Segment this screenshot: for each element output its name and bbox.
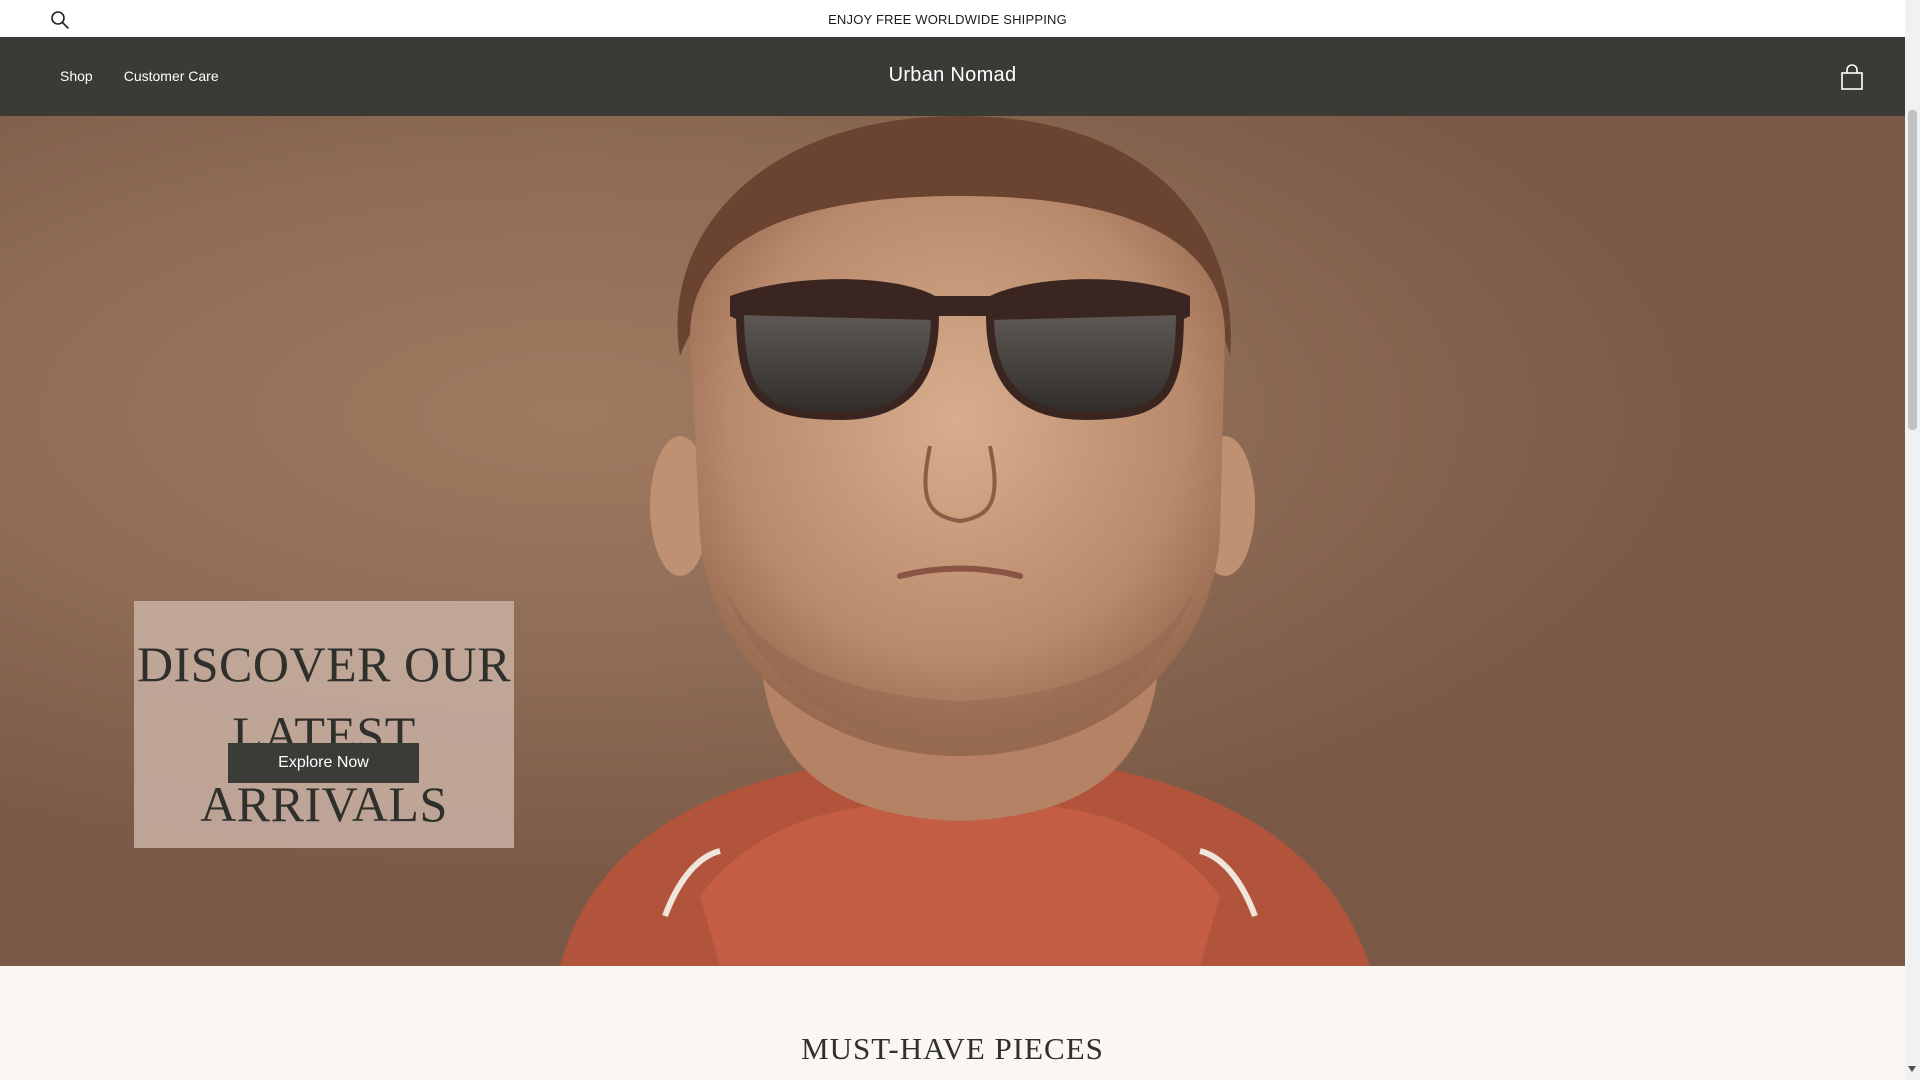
section-title: MUST-HAVE PIECES [801, 1031, 1104, 1066]
announcement-text: ENJOY FREE WORLDWIDE SHIPPING [828, 12, 1067, 27]
scroll-down-arrow-icon[interactable] [1908, 1066, 1916, 1072]
hero-banner: DISCOVER OUR LATEST ARRIVALS Explore Now [0, 116, 1905, 966]
scrollbar-thumb[interactable] [1908, 110, 1917, 430]
shopping-bag-icon[interactable] [1839, 64, 1865, 92]
hero-headline: DISCOVER OUR LATEST ARRIVALS [136, 636, 512, 832]
page-scrollbar[interactable] [1905, 0, 1920, 1080]
explore-now-button[interactable]: Explore Now [228, 743, 419, 783]
site-header: Shop Customer Care Urban Nomad [0, 37, 1905, 116]
brand-logo[interactable]: Urban Nomad [0, 64, 1905, 87]
announcement-bar: ENJOY FREE WORLDWIDE SHIPPING [0, 0, 1905, 38]
page: ENJOY FREE WORLDWIDE SHIPPING Shop Custo… [0, 0, 1905, 1080]
hero-headline-card: DISCOVER OUR LATEST ARRIVALS [134, 601, 514, 848]
